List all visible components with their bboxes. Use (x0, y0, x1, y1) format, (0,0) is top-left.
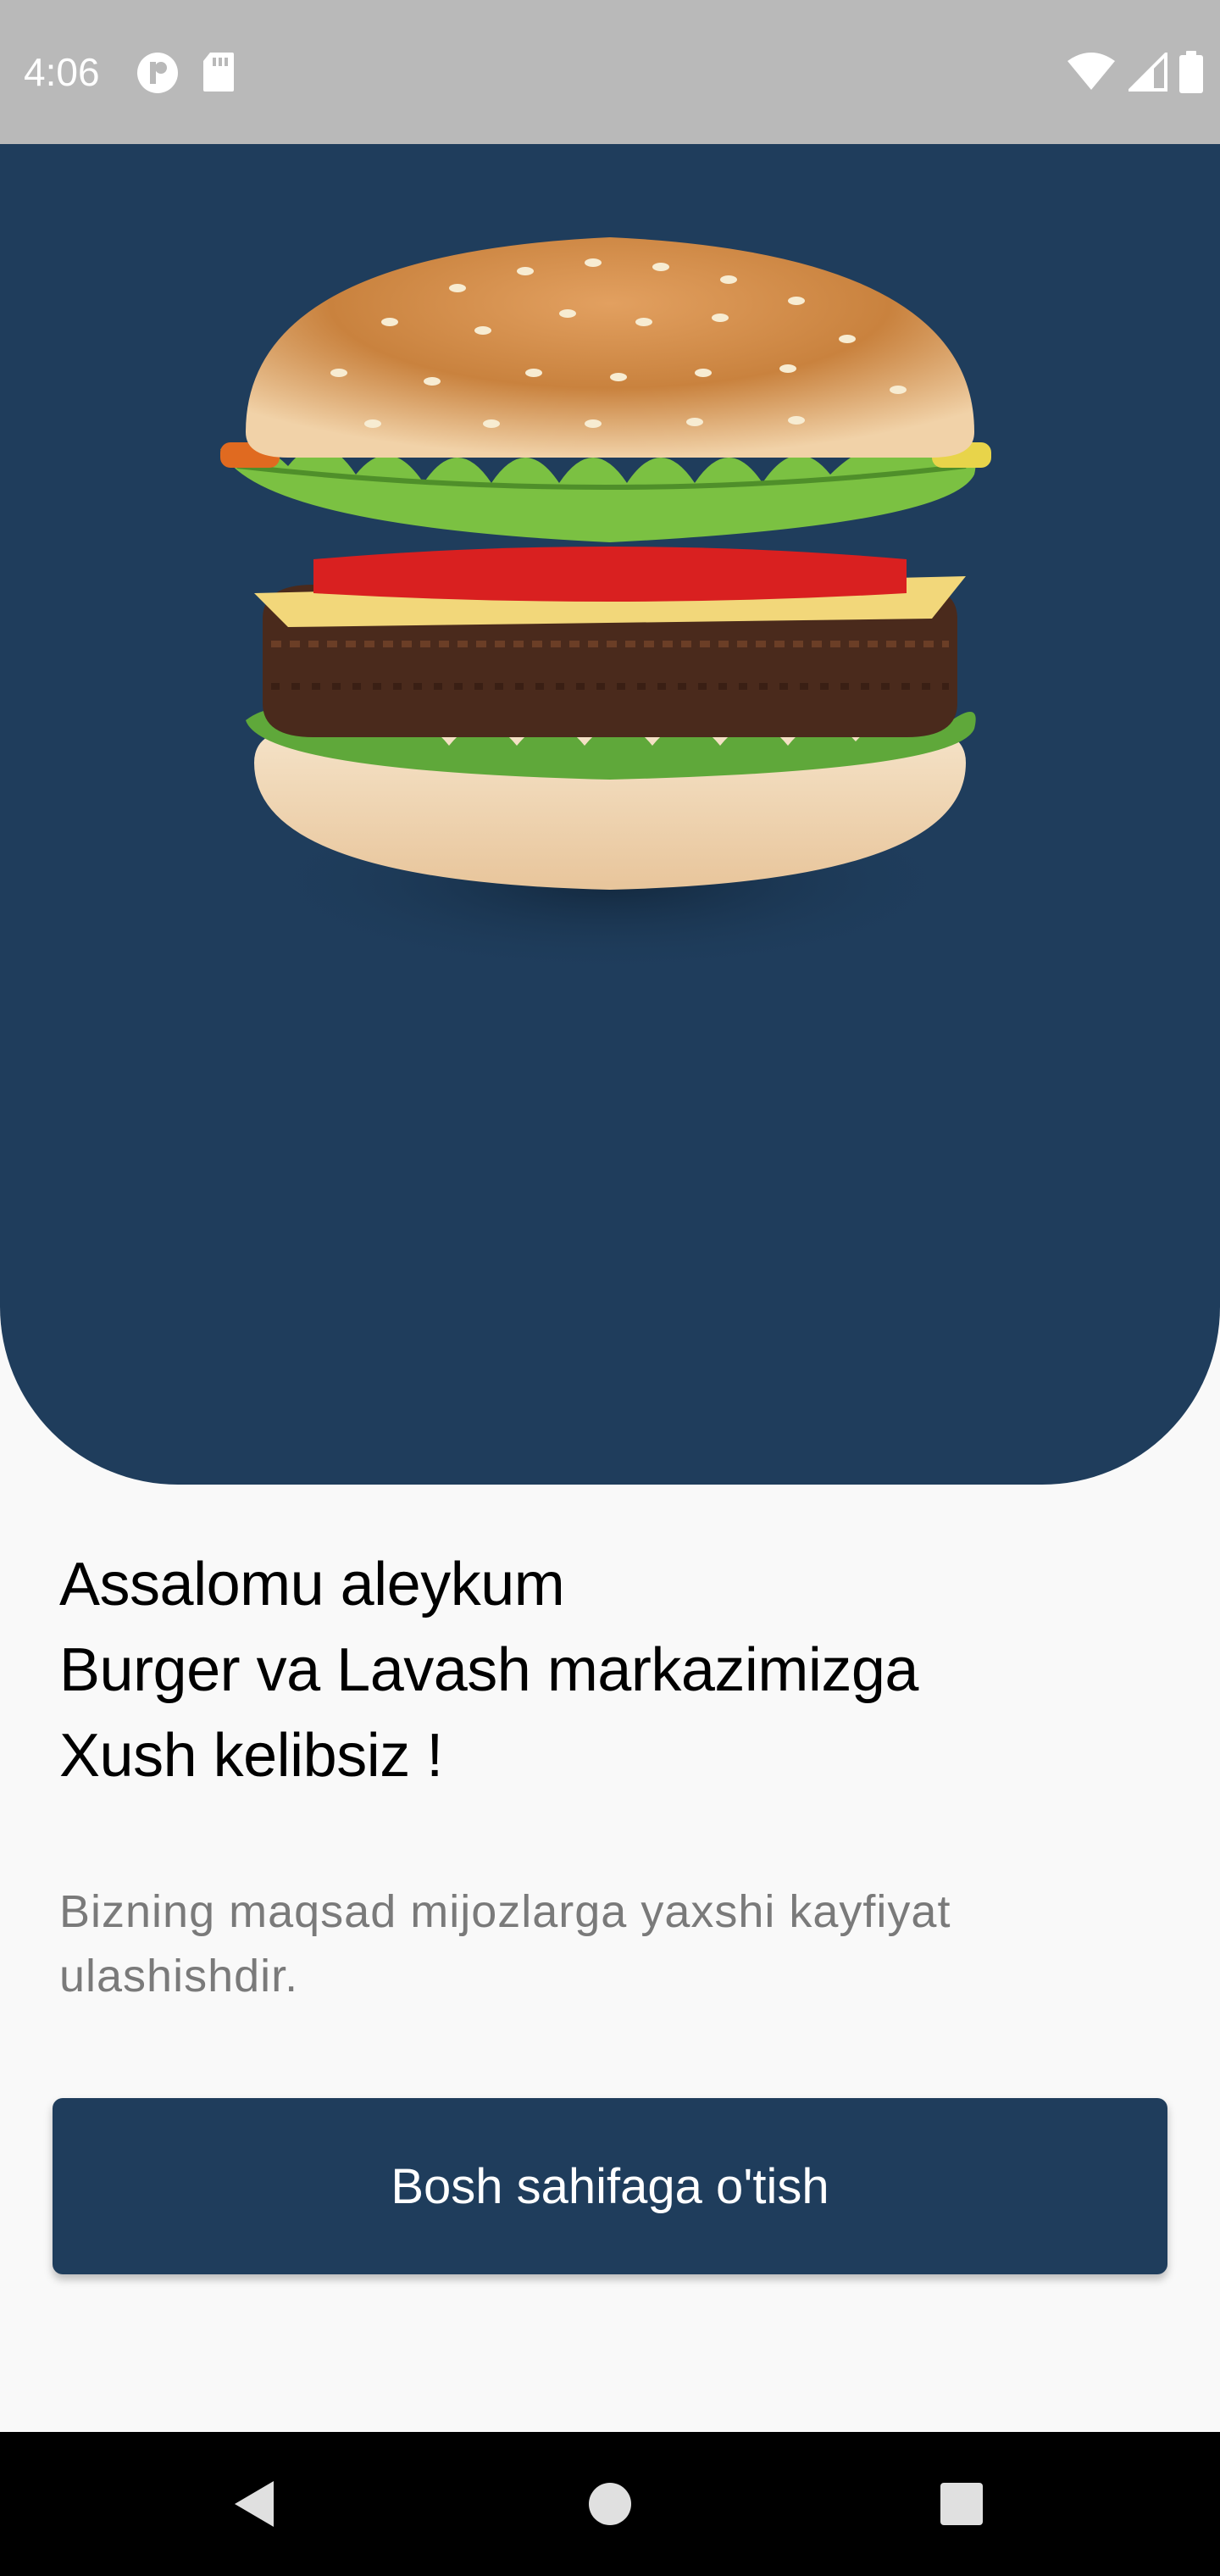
welcome-line-1: Assalomu aleykum (59, 1551, 565, 1618)
sd-card-icon (202, 51, 236, 98)
subtitle-line-1: Bizning maqsad mijozlarga yaxshi kayfiya… (59, 1886, 951, 1937)
go-to-home-button[interactable]: Bosh sahifaga o'tish (53, 2098, 1167, 2274)
cell-signal-icon (1126, 50, 1167, 95)
welcome-heading: Assalomu aleykum Burger va Lavash markaz… (59, 1542, 1161, 1799)
welcome-line-2: Burger va Lavash markazimizga (59, 1636, 918, 1704)
app-notification-icon (136, 51, 180, 98)
recents-icon[interactable] (894, 2432, 1029, 2576)
battery-icon (1179, 51, 1203, 97)
back-icon[interactable] (186, 2432, 322, 2576)
burger-image (203, 220, 1017, 1000)
welcome-line-3: Xush kelibsiz ! (59, 1722, 443, 1790)
status-time: 4:06 (24, 50, 100, 94)
mission-subtitle: Bizning maqsad mijozlarga yaxshi kayfiya… (59, 1879, 1076, 2008)
system-nav-bar (0, 2432, 1220, 2576)
subtitle-line-2: ulashishdir. (59, 1951, 299, 2001)
welcome-screen: 4:06 Assalomu aleykum Burger va Lavash m… (0, 0, 1220, 2576)
hero-banner (0, 144, 1220, 1485)
home-icon[interactable] (542, 2432, 678, 2576)
wifi-icon (1066, 53, 1117, 95)
status-bar: 4:06 (0, 0, 1220, 144)
